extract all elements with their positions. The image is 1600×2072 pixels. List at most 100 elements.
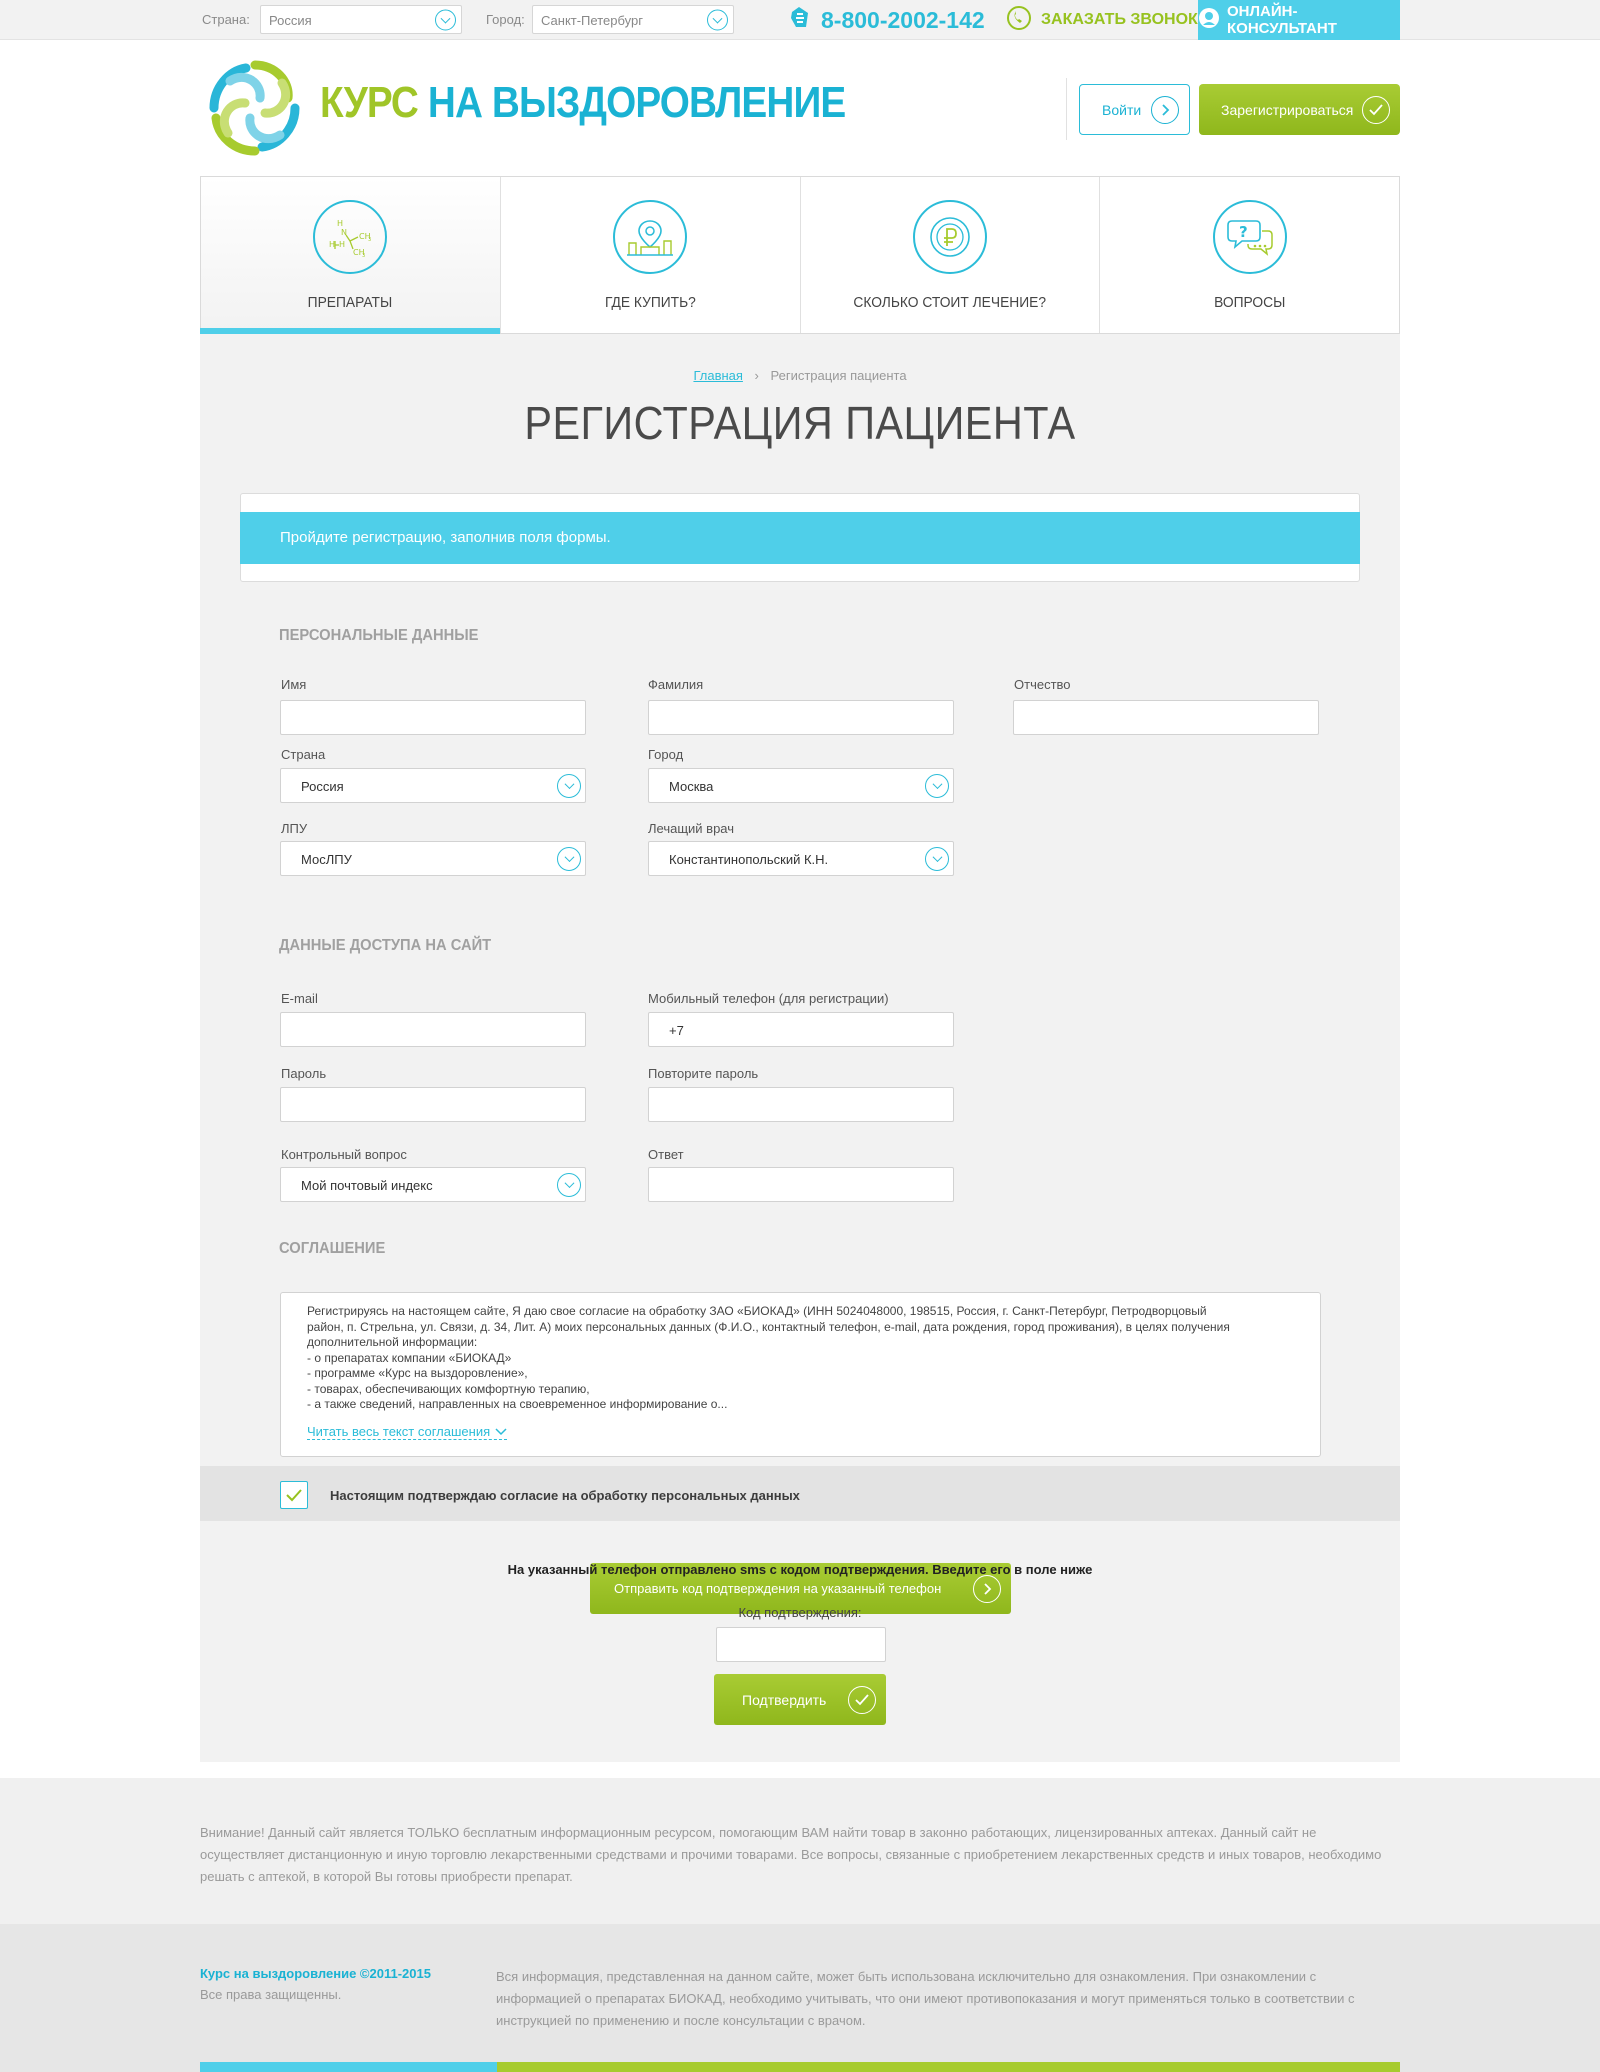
- email-field[interactable]: [280, 1012, 586, 1047]
- online-consultant-button[interactable]: ОНЛАЙН-КОНСУЛЬТАНТ: [1198, 0, 1400, 40]
- online-consultant-label: ОНЛАЙН-КОНСУЛЬТАНТ: [1227, 3, 1337, 37]
- handset-icon: [1006, 5, 1032, 36]
- agreement-line: - программе «Курс на выздоровление»,: [307, 1366, 528, 1380]
- answer-field[interactable]: [648, 1167, 954, 1202]
- svg-text:3: 3: [362, 253, 365, 257]
- agreement-line: - а также сведений, направленных на свое…: [307, 1397, 728, 1411]
- breadcrumb-home-link[interactable]: Главная: [693, 368, 742, 383]
- section-title-agreement: СОГЛАШЕНИЕ: [279, 1240, 386, 1257]
- nav-item-treatment-cost[interactable]: СКОЛЬКО СТОИТ ЛЕЧЕНИЕ?: [801, 177, 1101, 333]
- lpu-dropdown-value: МосЛПУ: [301, 852, 352, 867]
- breadcrumb: Главная › Регистрация пациента: [0, 368, 1600, 383]
- chevron-down-icon: [435, 9, 456, 30]
- hotline-phone[interactable]: 8-800-2002-142: [787, 3, 985, 37]
- country-dropdown-value: Россия: [301, 779, 344, 794]
- breadcrumb-separator: ›: [754, 368, 759, 383]
- map-pin-city-icon: [613, 200, 688, 274]
- last-name-label: Фамилия: [648, 677, 704, 692]
- disclaimer-text: Внимание! Данный сайт является ТОЛЬКО бе…: [200, 1825, 1382, 1884]
- notice-message: Пройдите регистрацию, заполнив поля форм…: [240, 512, 1360, 564]
- send-code-label: Отправить код подтверждения на указанный…: [614, 1581, 942, 1596]
- chevron-down-icon: [557, 773, 581, 798]
- password-repeat-field[interactable]: [648, 1087, 954, 1122]
- nav-label: ГДЕ КУПИТЬ?: [604, 294, 696, 311]
- nav-item-questions[interactable]: ? ВОПРОСЫ: [1100, 177, 1399, 333]
- mobile-phone-field[interactable]: +7: [648, 1012, 954, 1047]
- agreement-line: - о препаратах компании «БИОКАД»: [307, 1350, 512, 1365]
- chevron-down-icon: [557, 1172, 581, 1197]
- order-call-label: ЗАКАЗАТЬ ЗВОНОК: [1041, 11, 1198, 28]
- svg-text:H: H: [339, 240, 345, 249]
- svg-text:3: 3: [368, 237, 371, 243]
- doctor-dropdown-value: Константинопольский К.Н.: [669, 852, 829, 867]
- country-select[interactable]: Россия: [260, 5, 462, 34]
- footer-stripe-blue: [200, 2062, 497, 2072]
- footer-info: Вся информация, представленная на данном…: [496, 1969, 1355, 2028]
- ruble-coin-icon: [912, 200, 987, 274]
- confirm-label: Подтвердить: [742, 1691, 827, 1708]
- first-name-label: Имя: [281, 677, 307, 692]
- chevron-down-icon: [557, 846, 581, 871]
- logo-emblem-icon[interactable]: [200, 53, 310, 163]
- footer: Курс на выздоровление ©2011-2015 Все пра…: [0, 1924, 1600, 2072]
- first-name-field[interactable]: [280, 700, 586, 735]
- breadcrumb-current: Регистрация пациента: [770, 368, 907, 383]
- nav-label: ПРЕПАРАТЫ: [308, 294, 393, 311]
- country-field-label: Страна: [281, 747, 326, 762]
- chevron-down-icon: [925, 773, 949, 798]
- top-bar: Страна: Россия Город: Санкт-Петербург 8-…: [0, 0, 1600, 40]
- agreement-line: - товарах, обеспечивающих комфортную тер…: [307, 1381, 590, 1396]
- molecule-icon: H N CH 3 H H CH 3: [313, 200, 388, 274]
- headset-icon: [1198, 7, 1220, 33]
- question-bubbles-icon: ?: [1212, 200, 1287, 274]
- nav-label: ВОПРОСЫ: [1214, 294, 1286, 311]
- security-question-label: Контрольный вопрос: [281, 1147, 407, 1162]
- agreement-line: дополнительной информации:: [307, 1335, 478, 1349]
- phone-number: 8-800-2002-142: [821, 6, 985, 33]
- logo-part-1: КУРС: [320, 78, 419, 127]
- doctor-label: Лечащий врач: [648, 821, 735, 836]
- page-title: РЕГИСТРАЦИЯ ПАЦИЕНТА: [524, 397, 1076, 449]
- city-dropdown[interactable]: Москва: [648, 768, 954, 803]
- section-title-access: ДАННЫЕ ДОСТУПА НА САЙТ: [279, 937, 492, 954]
- city-dropdown-value: Москва: [669, 779, 714, 794]
- consent-checkbox[interactable]: [280, 1481, 308, 1509]
- patronymic-label: Отчество: [1014, 677, 1071, 692]
- logo-part-2: НА ВЫЗДОРОВЛЕНИЕ: [427, 78, 846, 127]
- password-repeat-label: Повторите пароль: [648, 1066, 759, 1081]
- doctor-dropdown[interactable]: Константинопольский К.Н.: [648, 841, 954, 876]
- security-question-dropdown[interactable]: Мой почтовый индекс: [280, 1167, 586, 1202]
- order-call-button[interactable]: ЗАКАЗАТЬ ЗВОНОК: [1006, 3, 1198, 37]
- password-field[interactable]: [280, 1087, 586, 1122]
- read-full-agreement-label: Читать весь текст соглашения: [307, 1424, 491, 1439]
- footer-rights: Все права защищенны.: [200, 1987, 342, 2002]
- register-button[interactable]: Зарегистрироваться: [1199, 84, 1400, 135]
- mobile-phone-label: Мобильный телефон (для регистрации): [648, 991, 889, 1006]
- lpu-dropdown[interactable]: МосЛПУ: [280, 841, 586, 876]
- chevron-right-icon: [1151, 95, 1179, 124]
- logo-wordmark[interactable]: КУРС НА ВЫЗДОРОВЛЕНИЕ: [320, 78, 846, 128]
- password-label: Пароль: [281, 1066, 327, 1081]
- register-label: Зарегистрироваться: [1221, 101, 1354, 118]
- last-name-field[interactable]: [648, 700, 954, 735]
- footer-disclaimer: Внимание! Данный сайт является ТОЛЬКО бе…: [0, 1778, 1600, 1924]
- read-full-agreement-link[interactable]: Читать весь текст соглашения: [307, 1424, 508, 1440]
- nav-item-where-to-buy[interactable]: ГДЕ КУПИТЬ?: [501, 177, 801, 333]
- check-icon: [848, 1685, 876, 1714]
- city-field-label: Город: [648, 747, 684, 762]
- patronymic-field[interactable]: [1013, 700, 1319, 735]
- chevron-down-icon: [707, 9, 728, 30]
- section-title-personal: ПЕРСОНАЛЬНЫЕ ДАННЫЕ: [279, 627, 479, 644]
- country-dropdown[interactable]: Россия: [280, 768, 586, 803]
- city-label: Город:: [486, 12, 525, 27]
- consent-label: Настоящим подтверждаю согласие на обрабо…: [330, 1488, 800, 1503]
- svg-text:H: H: [337, 219, 343, 228]
- nav-item-drugs[interactable]: H N CH 3 H H CH 3 ПРЕПАРАТЫ: [200, 177, 501, 334]
- mobile-phone-value: +7: [669, 1023, 684, 1038]
- confirm-button[interactable]: Подтвердить: [714, 1674, 886, 1725]
- login-button[interactable]: Войти: [1079, 84, 1190, 135]
- agreement-line: район, п. Стрельна, ул. Связи, д. 34, Ли…: [307, 1319, 1230, 1334]
- main-nav: H N CH 3 H H CH 3 ПРЕПАРАТЫ ГДЕ КУПИТЬ? СКОЛЬКО…: [200, 176, 1400, 334]
- city-select[interactable]: Санкт-Петербург: [532, 5, 734, 34]
- confirmation-code-field[interactable]: [716, 1627, 886, 1662]
